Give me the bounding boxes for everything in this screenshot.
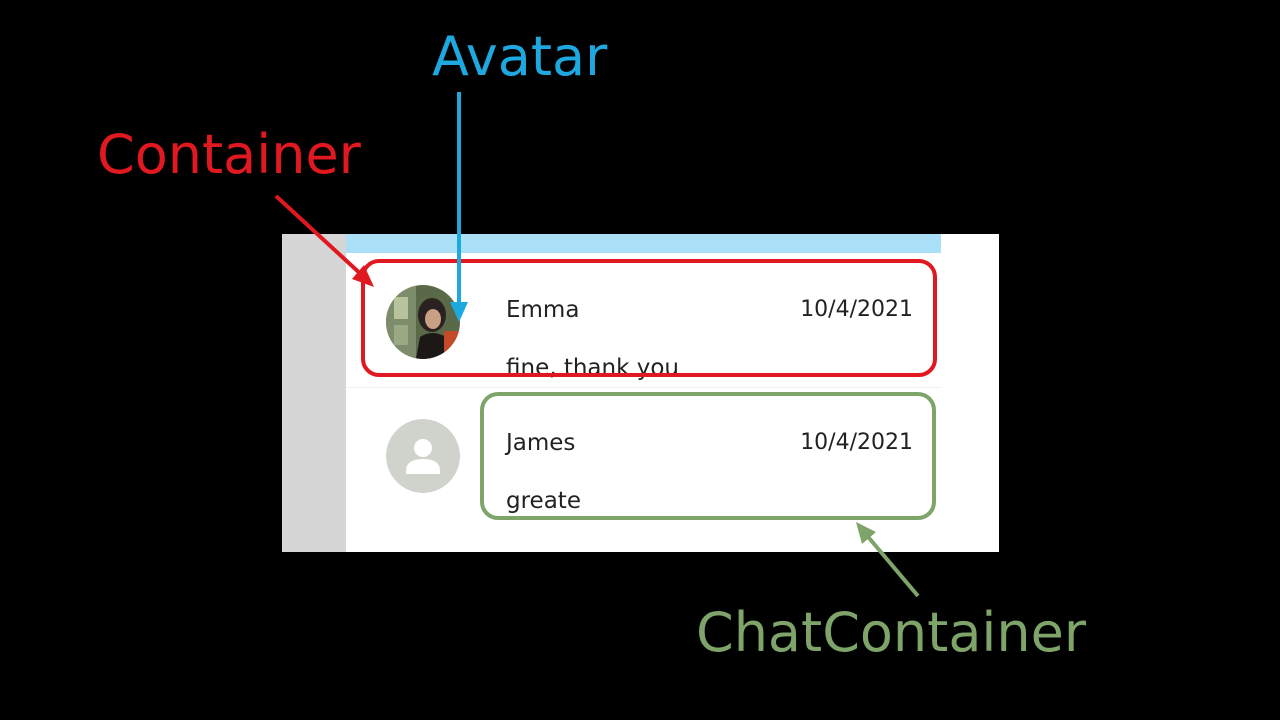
side-strip bbox=[282, 234, 346, 552]
chat-container-highlight-box bbox=[480, 392, 936, 520]
top-bar bbox=[346, 234, 941, 253]
chat-container-callout-label: ChatContainer bbox=[696, 601, 1087, 664]
avatar-callout-label: Avatar bbox=[432, 25, 608, 88]
container-highlight-box bbox=[361, 259, 937, 377]
diagram-stage: Container Avatar ChatContainer Emma 10/4… bbox=[0, 0, 1280, 720]
container-callout-label: Container bbox=[97, 123, 361, 186]
default-user-avatar-icon bbox=[386, 419, 460, 493]
